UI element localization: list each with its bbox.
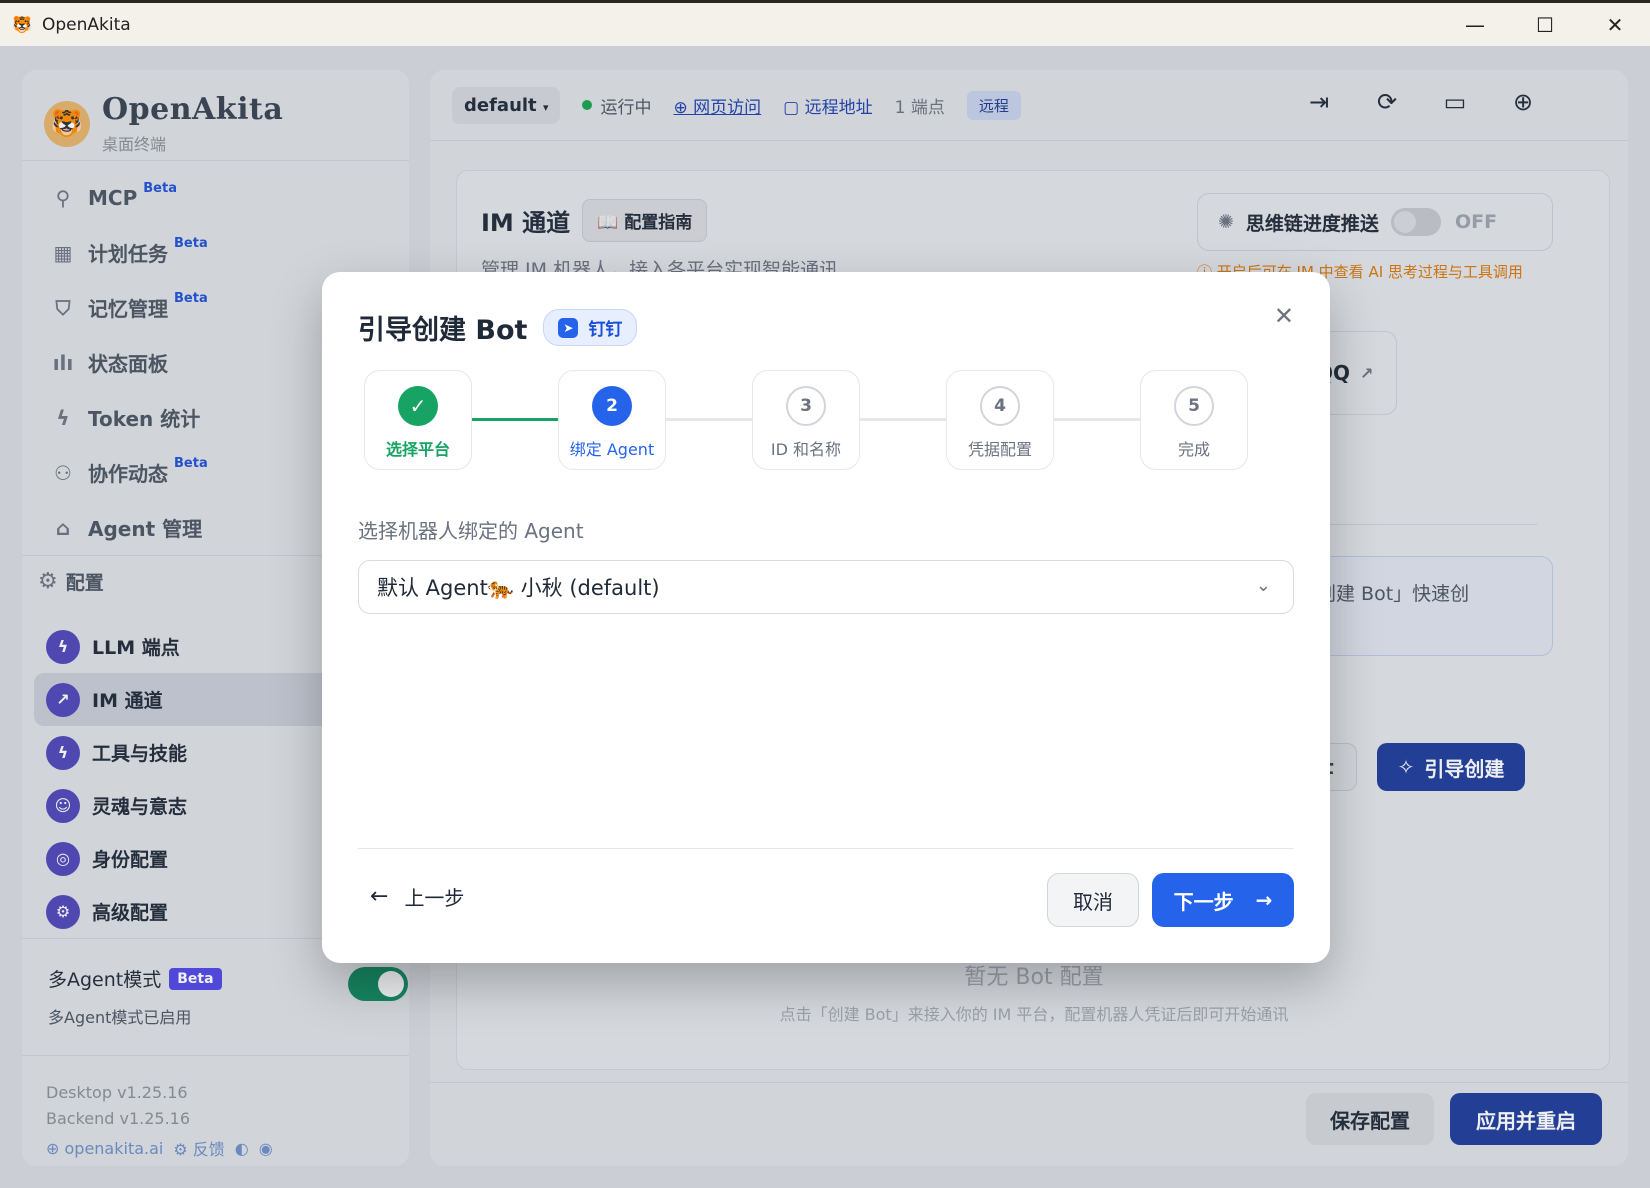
prev-step-button[interactable]: ← 上一步 [370,882,464,911]
step-done: 5 完成 [1140,370,1248,470]
tiger-icon: 🐯 [12,14,32,34]
step-label: ID 和名称 [770,440,842,459]
check-icon: ✓ [398,386,438,426]
step-id-name: 3 ID 和名称 [752,370,860,470]
step-number: 3 [786,386,826,426]
step-number: 2 [592,386,632,426]
step-number: 5 [1174,386,1214,426]
stepper: ✓ 选择平台 2 绑定 Agent 3 ID 和名称 4 凭据配置 5 完成 [364,370,1284,470]
agent-field-label: 选择机器人绑定的 Agent [358,519,584,543]
window-title: OpenAkita [42,14,131,35]
step-label: 凭据配置 [967,440,1032,459]
platform-chip: ➤ 钉钉 [543,309,638,346]
platform-name: 钉钉 [588,320,623,340]
agent-select-value: 默认 Agent🐅 小秋 (default) [377,576,660,600]
arrow-left-icon: ← [370,884,389,909]
agent-select[interactable]: 默认 Agent🐅 小秋 (default) ⌄ [358,560,1294,614]
next-step-button[interactable]: 下一步 → [1152,873,1294,927]
chevron-down-icon: ⌄ [1255,575,1271,596]
step-select-platform[interactable]: ✓ 选择平台 [364,370,472,470]
next-step-label: 下一步 [1173,889,1234,914]
modal-title: 引导创建 Bot [358,315,528,346]
guided-create-modal: 引导创建 Bot ➤ 钉钉 ✕ ✓ 选择平台 2 绑定 Agent 3 ID 和… [322,272,1330,963]
close-icon[interactable]: ✕ [1274,302,1294,330]
step-connector [666,418,752,421]
modal-header: 引导创建 Bot ➤ 钉钉 [358,308,638,347]
dingtalk-icon: ➤ [558,317,579,338]
step-label: 选择平台 [385,440,450,459]
window-titlebar: 🐯 OpenAkita — ☐ ✕ [0,0,1650,46]
step-connector [860,418,946,421]
window-controls: — ☐ ✕ [1440,3,1650,46]
step-label: 绑定 Agent [569,440,655,459]
step-connector [1054,418,1140,421]
step-connector [472,418,558,421]
step-label: 完成 [1177,440,1210,459]
step-bind-agent[interactable]: 2 绑定 Agent [558,370,666,470]
minimize-button[interactable]: — [1440,3,1510,46]
arrow-right-icon: → [1255,888,1273,912]
step-credentials: 4 凭据配置 [946,370,1054,470]
prev-step-label: 上一步 [404,886,465,910]
modal-divider [358,848,1294,849]
maximize-button[interactable]: ☐ [1510,3,1580,46]
close-window-button[interactable]: ✕ [1580,3,1650,46]
cancel-button[interactable]: 取消 [1047,873,1139,927]
step-number: 4 [980,386,1020,426]
